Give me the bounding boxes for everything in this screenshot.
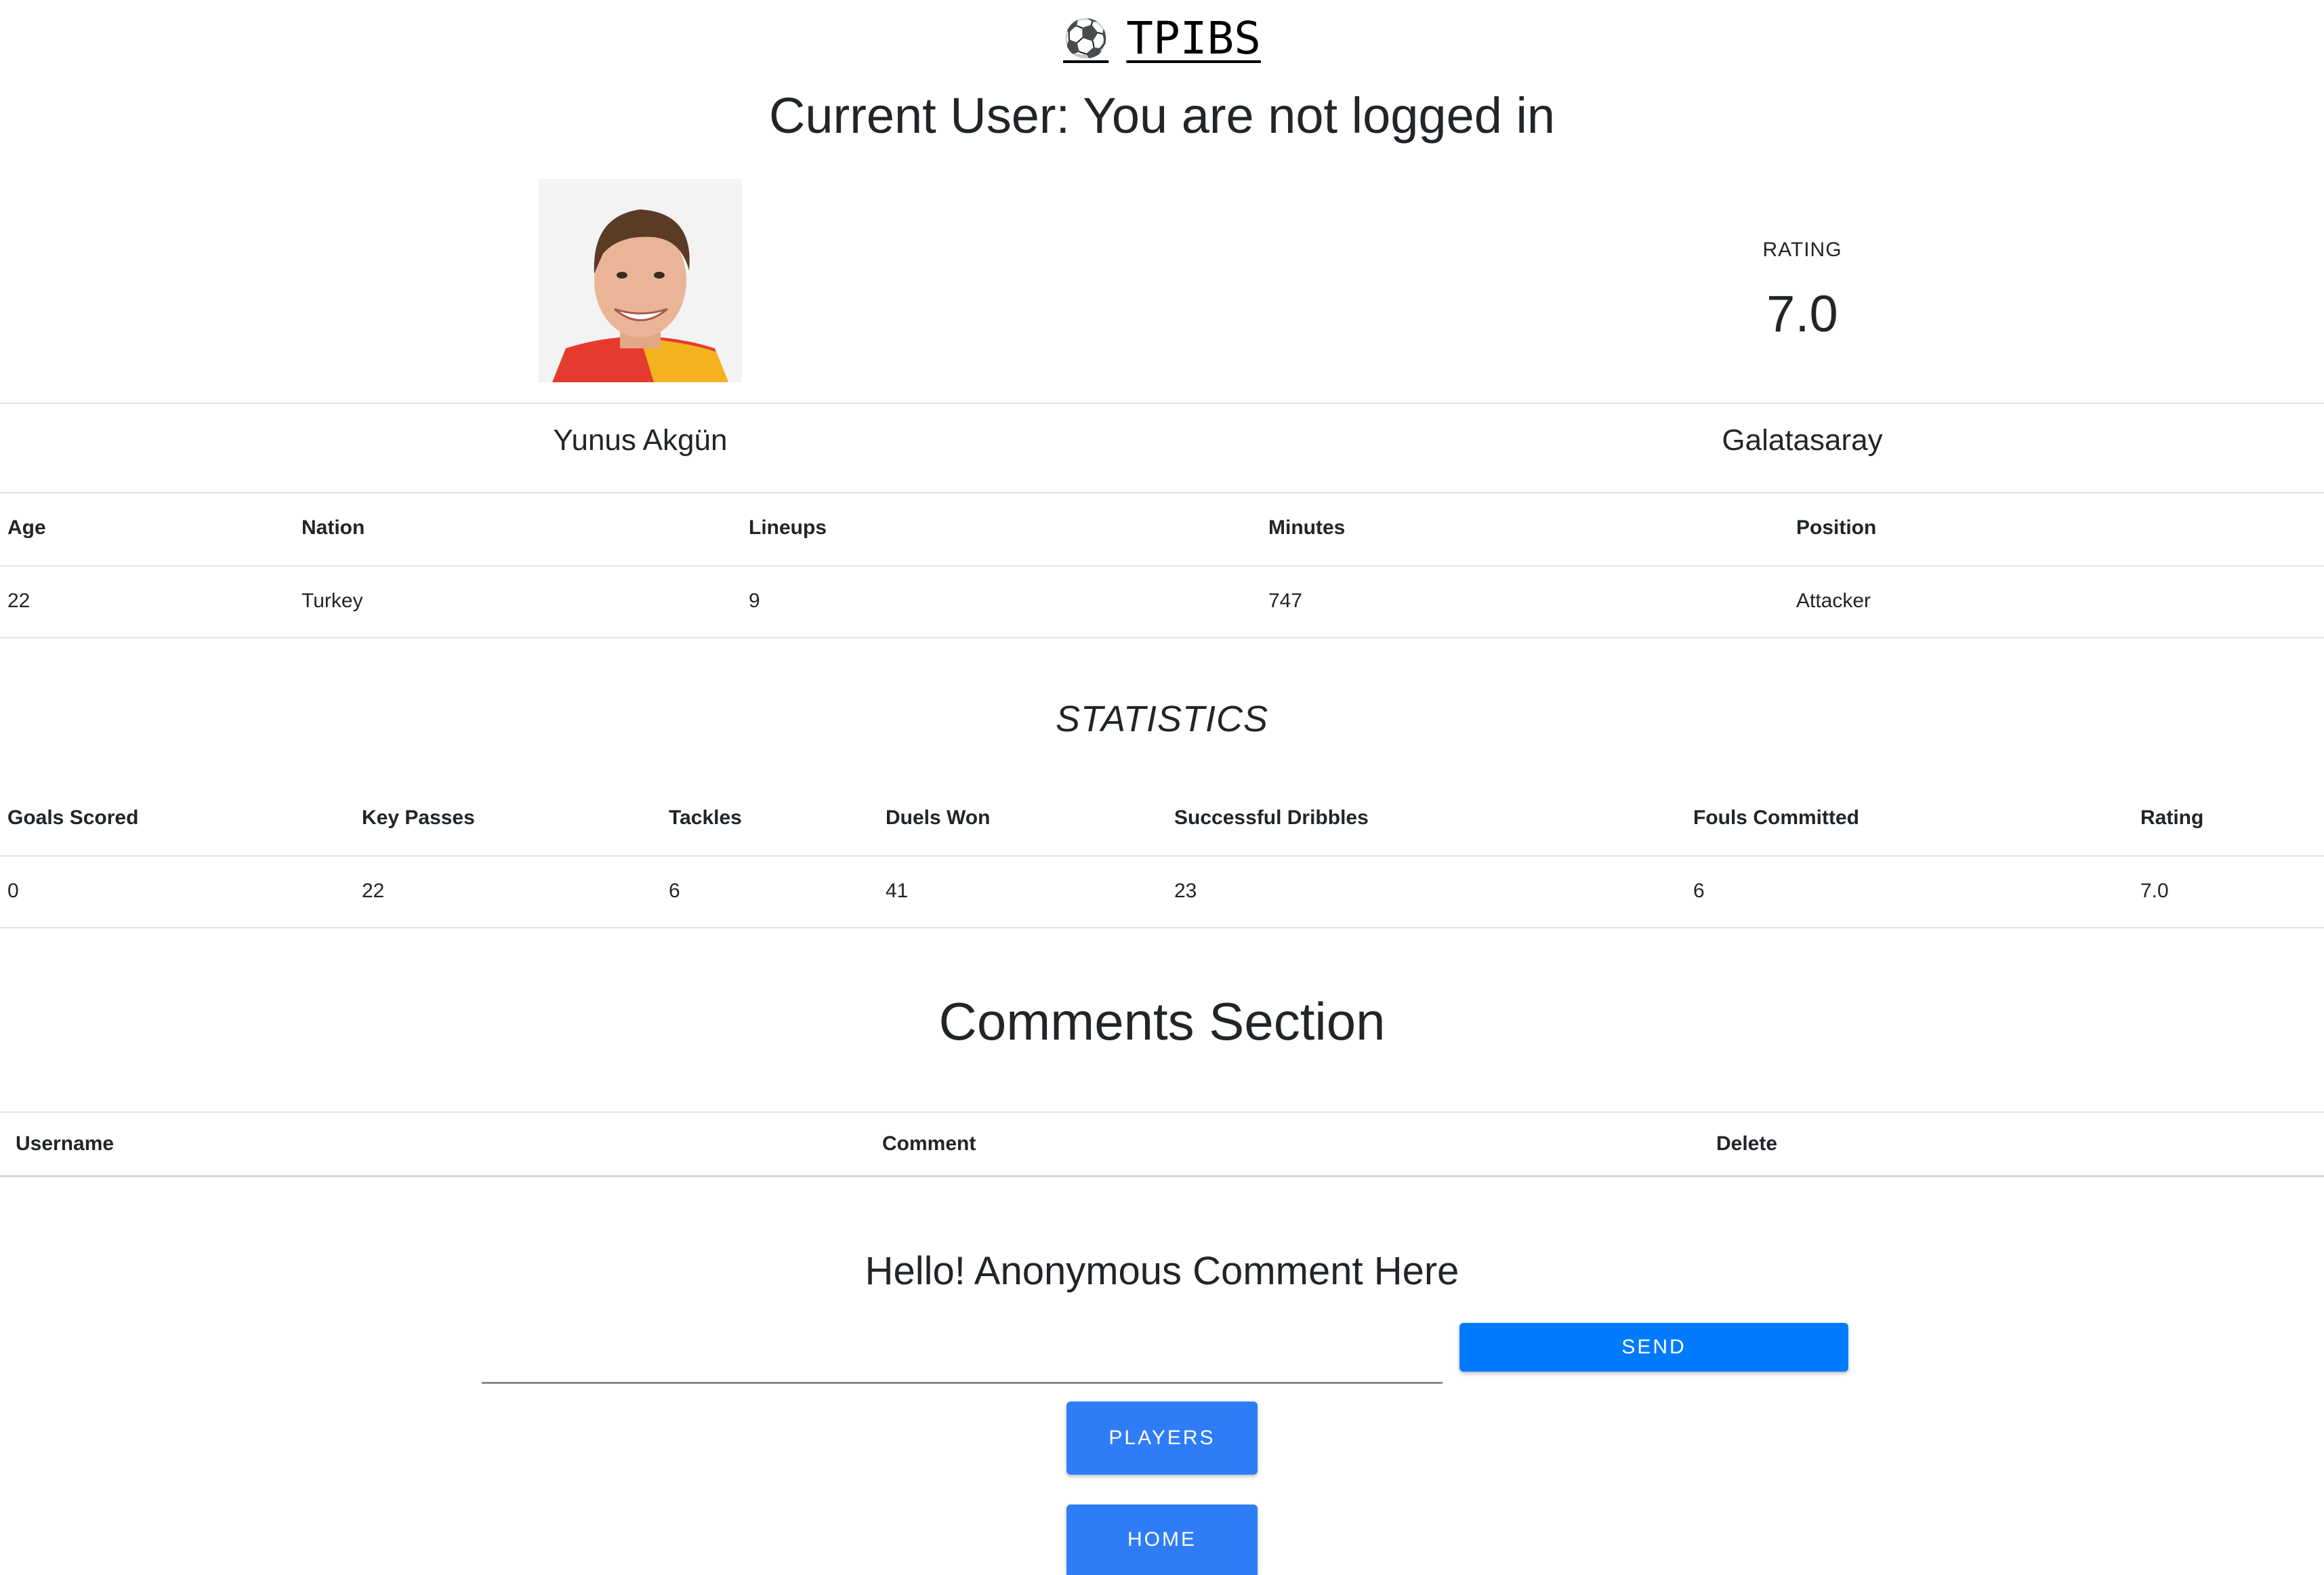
column-header-successful-dribbles: Successful Dribbles: [1174, 806, 1369, 829]
cell-key-passes: 22: [362, 880, 385, 902]
brand-title[interactable]: TPIBS: [1126, 12, 1261, 64]
cell-rating: 7.0: [2140, 880, 2169, 902]
column-header-key-passes: Key Passes: [362, 806, 475, 829]
player-club: Galatasaray: [1722, 424, 1883, 457]
cell-minutes: 747: [1268, 590, 1303, 612]
rating-value: 7.0: [1766, 285, 1838, 343]
site-brand[interactable]: ⚽ TPIBS: [0, 12, 2324, 64]
comment-prompt: Hello! Anonymous Comment Here: [865, 1249, 1459, 1293]
cell-age: 22: [7, 590, 30, 612]
send-button[interactable]: SEND: [1459, 1323, 1848, 1372]
column-header-comment: Comment: [882, 1132, 976, 1155]
home-button[interactable]: HOME: [1066, 1505, 1258, 1575]
column-header-minutes: Minutes: [1268, 516, 1346, 539]
comment-input[interactable]: [482, 1322, 1443, 1384]
column-header-nation: Nation: [302, 516, 365, 539]
comments-title: Comments Section: [938, 991, 1386, 1051]
column-header-username: Username: [16, 1132, 115, 1155]
column-header-goals-scored: Goals Scored: [7, 806, 139, 829]
divider: [0, 927, 2324, 928]
column-header-delete: Delete: [1716, 1132, 1778, 1155]
column-header-fouls-committed: Fouls Committed: [1693, 806, 1859, 829]
rating-label: RATING: [1762, 239, 1842, 261]
column-header-tackles: Tackles: [669, 806, 742, 829]
player-photo: [539, 179, 742, 382]
cell-position: Attacker: [1796, 590, 1871, 612]
divider: [0, 1175, 2324, 1177]
cell-lineups: 9: [749, 590, 760, 612]
cell-goals-scored: 0: [7, 880, 19, 902]
column-header-position: Position: [1796, 516, 1877, 539]
current-user-heading: Current User: You are not logged in: [768, 87, 1556, 144]
column-header-duels-won: Duels Won: [886, 806, 991, 829]
cell-duels-won: 41: [886, 880, 909, 902]
cell-fouls-committed: 6: [1693, 880, 1705, 902]
divider: [0, 637, 2324, 638]
column-header-age: Age: [7, 516, 46, 539]
divider: [0, 403, 2324, 404]
soccer-ball-icon: ⚽: [1063, 17, 1109, 60]
column-header-lineups: Lineups: [749, 516, 827, 539]
statistics-title: STATISTICS: [1055, 699, 1268, 739]
player-name: Yunus Akgün: [553, 424, 728, 457]
divider: [0, 565, 2324, 567]
cell-tackles: 6: [669, 880, 680, 902]
cell-nation: Turkey: [302, 590, 363, 612]
divider: [0, 492, 2324, 493]
cell-successful-dribbles: 23: [1174, 880, 1197, 902]
column-header-rating: Rating: [2140, 806, 2204, 829]
players-button[interactable]: PLAYERS: [1066, 1402, 1258, 1475]
divider: [0, 1111, 2324, 1113]
divider: [0, 855, 2324, 857]
